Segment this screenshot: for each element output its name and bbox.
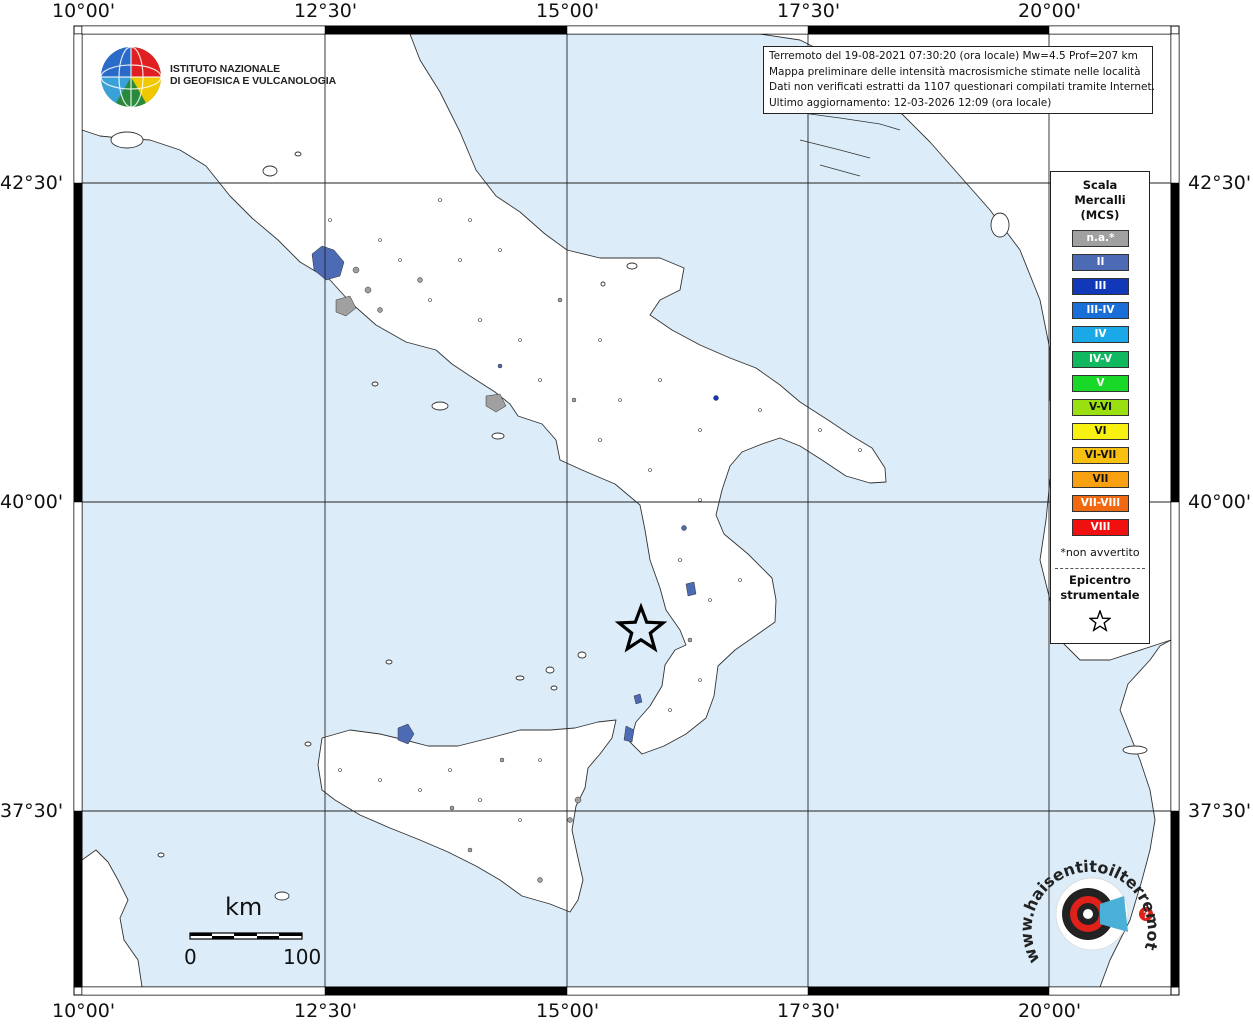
legend-star-icon — [1089, 610, 1111, 632]
lat-tick-left-1: 42°30' — [0, 172, 64, 194]
lat-tick-right-1: 42°30' — [1188, 172, 1252, 194]
intensity-legend: Scala Mercalli (MCS) n.a.* II III III-IV IV I… — [1050, 171, 1150, 644]
legend-title-line-1: Scala — [1082, 178, 1118, 192]
legend-item: VII-VIII — [1072, 495, 1129, 513]
lon-tick-bottom-2: 12°30' — [294, 1000, 358, 1022]
lat-tick-right-2: 40°00' — [1188, 491, 1252, 513]
scale-bar-end: 100 — [283, 945, 322, 969]
legend-epicenter-line-1: Epicentro — [1069, 573, 1131, 587]
institute-name: ISTITUTO NAZIONALE DI GEOFISICA E VULCAN… — [170, 63, 336, 87]
lon-tick-top-5: 20°00' — [1018, 0, 1082, 22]
legend-title-line-2: Mercalli — [1074, 193, 1126, 207]
lon-tick-bottom-3: 15°00' — [536, 1000, 600, 1022]
info-line-2: Mappa preliminare delle intensità macros… — [769, 65, 1141, 78]
legend-item: III — [1072, 278, 1129, 296]
legend-item: III-IV — [1072, 302, 1129, 320]
info-line-4: Ultimo aggiornamento: 12-03-2026 12:09 (… — [769, 96, 1052, 109]
lon-tick-top-2: 12°30' — [294, 0, 358, 22]
lat-tick-left-3: 37°30' — [0, 800, 64, 822]
legend-title-line-3: (MCS) — [1080, 208, 1120, 222]
legend-epicenter-line-2: strumentale — [1060, 588, 1140, 602]
legend-item: V-VI — [1072, 398, 1129, 416]
lon-tick-top-3: 15°00' — [536, 0, 600, 22]
lat-tick-left-2: 40°00' — [0, 491, 64, 513]
lon-tick-top-4: 17°30' — [777, 0, 841, 22]
scale-bar — [189, 932, 303, 940]
scale-bar-unit: km — [225, 893, 263, 921]
institute-line-2: DI GEOFISICA E VULCANOLOGIA — [170, 75, 337, 87]
legend-item: n.a.* — [1072, 230, 1129, 247]
lat-tick-right-3: 37°30' — [1188, 800, 1252, 822]
lon-tick-top-1: 10°00' — [52, 0, 116, 22]
lon-tick-bottom-4: 17°30' — [777, 1000, 841, 1022]
legend-separator — [1055, 568, 1145, 569]
legend-item: V — [1072, 374, 1129, 392]
scale-bar-start: 0 — [184, 945, 197, 969]
legend-item: VI-VII — [1072, 446, 1129, 464]
legend-item: VIII — [1072, 519, 1129, 537]
legend-epicenter-label: Epicentro strumentale — [1051, 573, 1149, 603]
info-line-3: Dati non verificati estratti da 1107 que… — [769, 81, 1155, 93]
lon-tick-bottom-5: 20°00' — [1018, 1000, 1082, 1022]
ingv-globe-icon — [100, 46, 162, 108]
legend-note: *non avvertito — [1060, 546, 1140, 559]
legend-item: VI — [1072, 422, 1129, 440]
info-line-1: Terremoto del 19-08-2021 07:30:20 (ora l… — [769, 50, 1138, 62]
legend-title: Scala Mercalli (MCS) — [1051, 178, 1149, 223]
event-info-box: Terremoto del 19-08-2021 07:30:20 (ora l… — [763, 46, 1155, 114]
legend-item: IV-V — [1072, 350, 1129, 368]
legend-item: VII — [1072, 471, 1129, 488]
institute-line-1: ISTITUTO NAZIONALE — [170, 63, 281, 75]
legend-item: IV — [1072, 326, 1129, 344]
legend-item: II — [1072, 254, 1129, 272]
lon-tick-bottom-1: 10°00' — [52, 1000, 116, 1022]
